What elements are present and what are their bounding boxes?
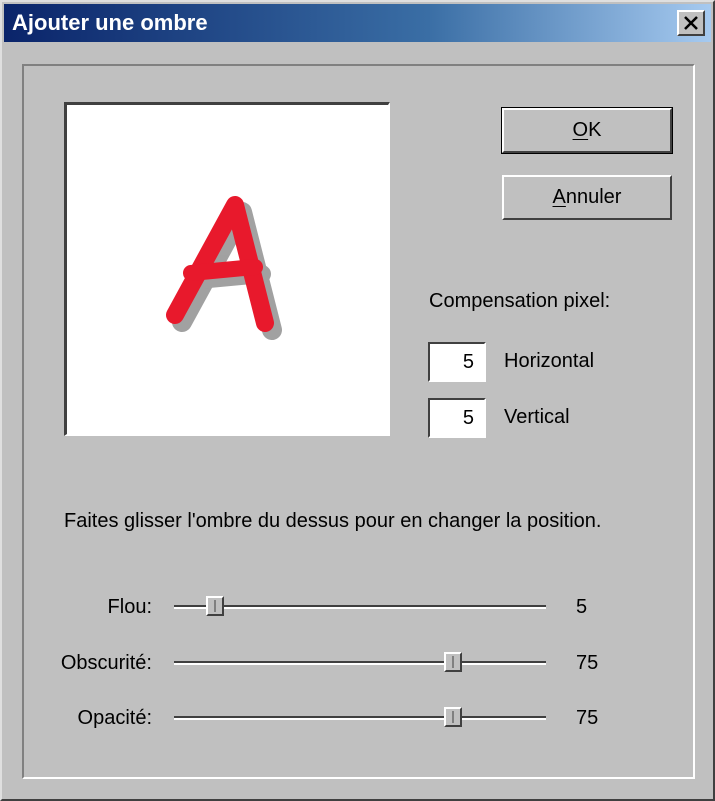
darkness-slider-thumb[interactable] xyxy=(444,652,462,672)
darkness-slider-track[interactable] xyxy=(174,661,546,665)
blur-value: 5 xyxy=(576,596,588,618)
close-button[interactable] xyxy=(677,10,705,36)
blur-label: Flou: xyxy=(107,596,152,618)
drag-hint-text: Faites glisser l'ombre du dessus pour en… xyxy=(64,510,602,532)
horizontal-label: Horizontal xyxy=(504,350,595,372)
vertical-label: Vertical xyxy=(504,406,570,428)
window-title: Ajouter une ombre xyxy=(12,10,208,35)
opacity-slider-thumb[interactable] xyxy=(444,707,462,727)
title-bar[interactable]: Ajouter une ombre xyxy=(4,4,711,42)
darkness-value: 75 xyxy=(576,652,599,674)
shadow-preview[interactable] xyxy=(64,102,390,436)
opacity-label: Opacité: xyxy=(77,707,152,729)
cancel-button[interactable]: Annuler xyxy=(502,175,672,220)
opacity-slider-track[interactable] xyxy=(174,716,546,720)
horizontal-offset-input[interactable]: 5 xyxy=(428,342,486,382)
ok-mnemonic: O xyxy=(572,119,589,141)
cancel-mnemonic: A xyxy=(552,186,566,208)
darkness-label: Obscurité: xyxy=(60,652,152,674)
add-shadow-dialog: Ajouter une ombre OK Annuler Compensatio… xyxy=(0,0,715,801)
blur-slider-track[interactable] xyxy=(174,605,546,609)
cancel-label-rest: nnuler xyxy=(565,186,622,208)
close-icon xyxy=(684,16,698,30)
pixel-offset-label: Compensation pixel: xyxy=(429,290,611,312)
opacity-value: 75 xyxy=(576,707,599,729)
preview-letter-image xyxy=(166,196,282,340)
ok-label-rest: K xyxy=(588,119,602,141)
vertical-offset-input[interactable]: 5 xyxy=(428,398,486,438)
ok-button[interactable]: OK xyxy=(501,107,673,154)
blur-slider-thumb[interactable] xyxy=(205,596,224,616)
